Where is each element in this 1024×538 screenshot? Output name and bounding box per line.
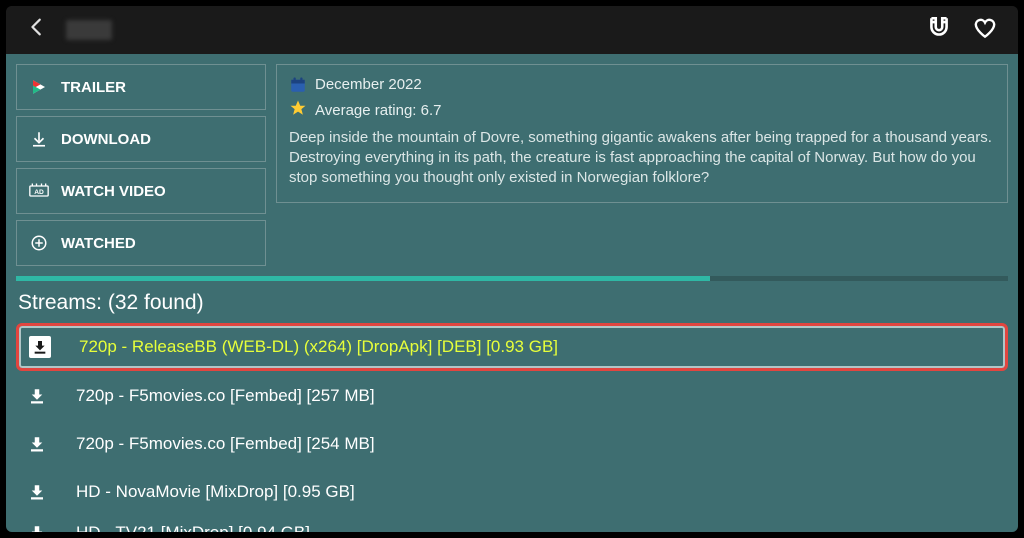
top-bar (6, 6, 1018, 54)
rating-text: Average rating: 6.7 (315, 101, 441, 121)
plus-circle-icon (29, 234, 49, 252)
back-button[interactable] (16, 10, 58, 50)
stream-item[interactable]: 720p - F5movies.co [Fembed] [254 MB] (16, 419, 1008, 467)
title-placeholder (66, 20, 112, 40)
release-date: December 2022 (315, 75, 422, 95)
stream-item-highlighted[interactable]: 720p - ReleaseBB (WEB-DL) (x264) [DropAp… (16, 323, 1008, 371)
heart-icon[interactable] (962, 11, 1008, 50)
calendar-icon (289, 76, 307, 94)
magnet-icon[interactable] (916, 11, 962, 50)
stream-item[interactable]: HD - TV21 [MixDrop] [0.94 GB] (16, 515, 1008, 532)
play-icon (29, 78, 49, 96)
stream-label: HD - TV21 [MixDrop] [0.94 GB] (76, 523, 310, 533)
download-label: DOWNLOAD (61, 131, 151, 148)
trailer-label: TRAILER (61, 79, 126, 96)
streams-list: 720p - ReleaseBB (WEB-DL) (x264) [DropAp… (16, 323, 1008, 532)
stream-item[interactable]: 720p - F5movies.co [Fembed] [257 MB] (16, 371, 1008, 419)
svg-text:AD: AD (34, 189, 44, 196)
watch-video-label: WATCH VIDEO (61, 183, 166, 200)
info-panel: December 2022 Average rating: 6.7 Deep i… (276, 64, 1008, 203)
progress-bar (16, 276, 1008, 281)
action-sidebar: TRAILER DOWNLOAD AD WATCH VIDEO (16, 64, 266, 266)
download-arrow-icon (26, 435, 48, 453)
stream-label: 720p - F5movies.co [Fembed] [254 MB] (76, 434, 375, 454)
stream-item[interactable]: HD - NovaMovie [MixDrop] [0.95 GB] (16, 467, 1008, 515)
download-icon (29, 130, 49, 148)
download-button[interactable]: DOWNLOAD (16, 116, 266, 162)
download-arrow-icon (29, 336, 51, 358)
stream-label: 720p - F5movies.co [Fembed] [257 MB] (76, 386, 375, 406)
stream-label: HD - NovaMovie [MixDrop] [0.95 GB] (76, 482, 355, 502)
streams-heading: Streams: (32 found) (18, 291, 1008, 315)
download-arrow-icon (26, 387, 48, 405)
watched-label: WATCHED (61, 235, 136, 252)
description-text: Deep inside the mountain of Dovre, somet… (289, 128, 995, 189)
watch-video-button[interactable]: AD WATCH VIDEO (16, 168, 266, 214)
trailer-button[interactable]: TRAILER (16, 64, 266, 110)
download-arrow-icon (26, 483, 48, 501)
watched-button[interactable]: WATCHED (16, 220, 266, 266)
progress-fill (16, 276, 710, 281)
stream-label: 720p - ReleaseBB (WEB-DL) (x264) [DropAp… (79, 337, 558, 357)
download-arrow-icon (26, 524, 48, 533)
ad-icon: AD (29, 183, 49, 199)
star-icon (289, 99, 307, 123)
